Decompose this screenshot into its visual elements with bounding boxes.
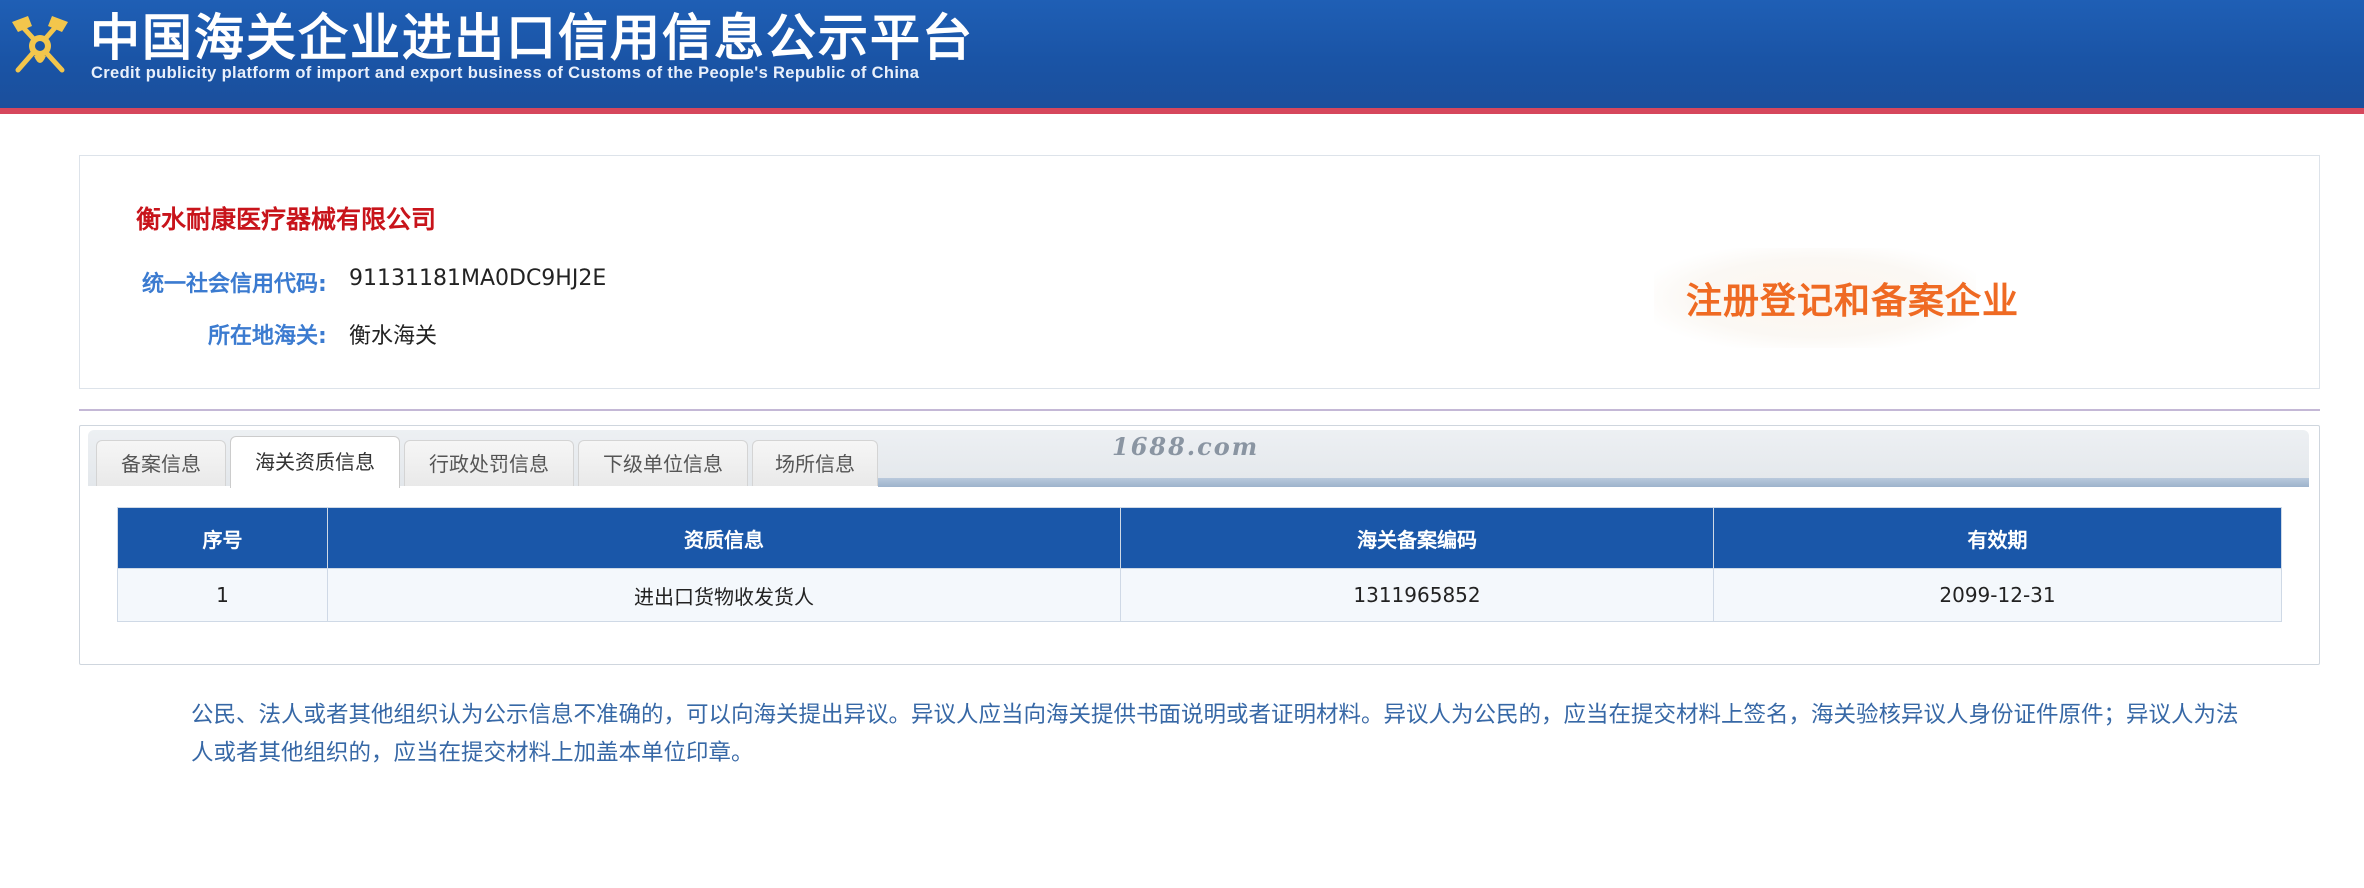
tab-bar-underline — [878, 478, 2309, 487]
credit-code-value: 91131181MA0DC9HJ2E — [349, 266, 607, 291]
customs-value: 衡水海关 — [349, 324, 438, 349]
cell-index: 1 — [117, 568, 328, 622]
section-divider — [79, 409, 2320, 411]
site-title: 中国海关企业进出口信用信息公示平台 — [90, 9, 974, 67]
watermark: 1688.com — [1112, 432, 1260, 461]
tab-premises-info[interactable]: 场所信息 — [752, 440, 878, 486]
registration-status-badge: 注册登记和备案企业 — [1654, 248, 2018, 348]
column-header-validity: 有效期 — [1713, 507, 2282, 569]
company-info-box: 衡水耐康医疗器械有限公司 统一社会信用代码: 91131181MA0DC9HJ2… — [79, 155, 2320, 389]
tab-subordinate-units[interactable]: 下级单位信息 — [578, 440, 748, 486]
site-header: 中国海关企业进出口信用信息公示平台 Credit publicity platf… — [0, 0, 2364, 108]
table-row: 1 进出口货物收发货人 1311965852 2099-12-31 — [117, 568, 2282, 622]
tab-administrative-penalty[interactable]: 行政处罚信息 — [404, 440, 574, 486]
column-header-filing-code: 海关备案编码 — [1120, 507, 1714, 569]
customs-label: 所在地海关: — [208, 324, 327, 349]
qualification-table: 序号 资质信息 海关备案编码 有效期 1 进出口货物收发货人 131196585… — [117, 507, 2282, 622]
column-header-index: 序号 — [117, 507, 328, 569]
customs-emblem-icon — [12, 16, 68, 73]
objection-notice: 公民、法人或者其他组织认为公示信息不准确的，可以向海关提出异议。异议人应当向海关… — [191, 702, 2239, 766]
tab-customs-qualification[interactable]: 海关资质信息 — [230, 436, 400, 488]
column-header-qualification: 资质信息 — [327, 507, 1121, 569]
registration-status-text: 注册登记和备案企业 — [1686, 281, 2020, 322]
site-subtitle: Credit publicity platform of import and … — [91, 64, 920, 82]
cell-validity: 2099-12-31 — [1713, 568, 2282, 622]
credit-code-label: 统一社会信用代码: — [142, 272, 327, 297]
cell-qualification: 进出口货物收发货人 — [327, 568, 1121, 622]
cell-filing-code: 1311965852 — [1120, 568, 1714, 622]
table-header-row: 序号 资质信息 海关备案编码 有效期 — [117, 507, 2282, 569]
tab-filing-info[interactable]: 备案信息 — [96, 440, 226, 486]
header-stripe — [0, 108, 2364, 114]
company-name: 衡水耐康医疗器械有限公司 — [136, 205, 437, 234]
